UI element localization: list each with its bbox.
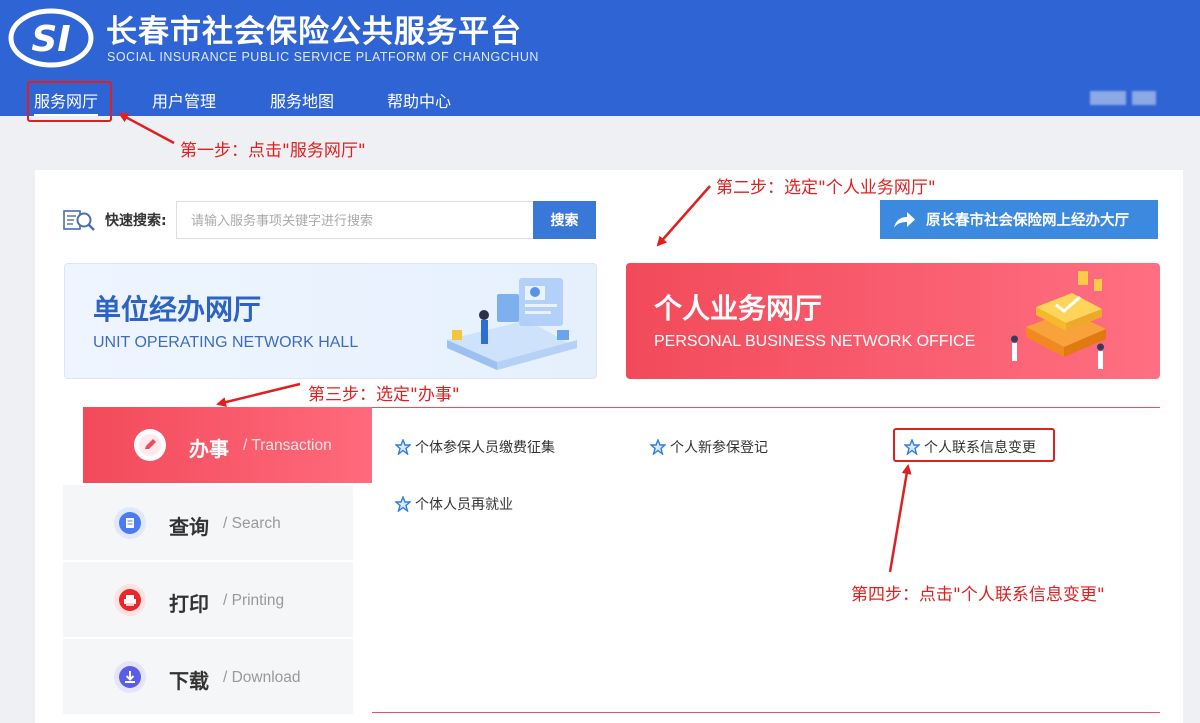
- si-logo-icon[interactable]: SI: [8, 8, 94, 68]
- annotation-step3: 第三步：选定"办事": [308, 385, 460, 405]
- annotation-box-step1: [27, 81, 112, 122]
- star-icon: [395, 439, 411, 455]
- documents-illustration-icon: [1011, 271, 1106, 369]
- tab-printing-label: 打印: [169, 592, 209, 616]
- old-hall-button-label: 原长春市社会保险网上经办大厅: [926, 213, 1129, 229]
- unit-hall-title: 单位经办网厅: [93, 293, 262, 326]
- search-button[interactable]: 搜索: [533, 201, 596, 239]
- share-arrow-icon: [894, 211, 915, 228]
- personal-hall-title: 个人业务网厅: [654, 292, 823, 325]
- annotation-step2: 第二步：选定"个人业务网厅": [716, 178, 936, 198]
- tab-transaction[interactable]: 办事 / Transaction: [83, 407, 372, 483]
- tab-search-label: 查询: [169, 515, 209, 539]
- main-nav: 服务网厅 用户管理 服务地图 帮助中心: [0, 84, 1200, 116]
- nav-item-user-management[interactable]: 用户管理: [152, 88, 216, 112]
- personal-hall-subtitle: PERSONAL BUSINESS NETWORK OFFICE: [654, 333, 976, 350]
- service-item-label: 个体参保人员缴费征集: [415, 440, 555, 456]
- old-hall-button[interactable]: 原长春市社会保险网上经办大厅: [880, 200, 1158, 239]
- annotation-step4: 第四步：点击"个人联系信息变更": [851, 585, 1105, 605]
- divider-top: [372, 407, 1160, 408]
- logo-text: SI: [31, 19, 70, 60]
- printer-icon: [114, 584, 146, 616]
- unit-hall-subtitle: UNIT OPERATING NETWORK HALL: [93, 334, 359, 351]
- tab-download-label: 下载: [169, 669, 209, 693]
- tab-transaction-label: 办事: [189, 437, 229, 461]
- header: SI 长春市社会保险公共服务平台 SOCIAL INSURANCE PUBLIC…: [0, 0, 1200, 116]
- user-info-blurred[interactable]: [1090, 90, 1170, 105]
- nav-item-help-center[interactable]: 帮助中心: [387, 88, 451, 112]
- annotation-step1: 第一步：点击"服务网厅": [180, 141, 366, 161]
- download-icon: [114, 661, 146, 693]
- tab-transaction-en: / Transaction: [243, 437, 332, 454]
- search-input[interactable]: [176, 201, 534, 239]
- service-item-label: 个体人员再就业: [415, 497, 513, 513]
- search-doc-icon: [114, 507, 146, 539]
- tab-download[interactable]: 下载 / Download: [63, 639, 353, 714]
- unit-hall-card[interactable]: 单位经办网厅 UNIT OPERATING NETWORK HALL: [64, 263, 597, 379]
- edit-icon: [134, 429, 166, 461]
- divider-bottom: [372, 712, 1160, 713]
- quick-search-icon: [63, 210, 95, 231]
- tab-printing[interactable]: 打印 / Printing: [63, 562, 353, 637]
- tab-download-en: / Download: [223, 669, 301, 686]
- star-icon: [395, 496, 411, 512]
- star-icon: [650, 439, 666, 455]
- tab-search[interactable]: 查询 / Search: [63, 485, 353, 560]
- tab-printing-en: / Printing: [223, 592, 285, 609]
- personal-hall-card[interactable]: 个人业务网厅 PERSONAL BUSINESS NETWORK OFFICE: [626, 263, 1160, 379]
- nav-item-service-map[interactable]: 服务地图: [270, 88, 334, 112]
- tab-search-en: / Search: [223, 515, 281, 532]
- quick-search-label: 快速搜索:: [105, 213, 167, 229]
- service-item-contribution-collection[interactable]: 个体参保人员缴费征集: [395, 437, 555, 457]
- service-item-new-enrollment[interactable]: 个人新参保登记: [650, 437, 768, 457]
- office-desk-illustration-icon: [447, 278, 577, 370]
- site-title: 长春市社会保险公共服务平台: [106, 14, 522, 50]
- service-item-reemployment[interactable]: 个体人员再就业: [395, 494, 513, 514]
- service-item-label: 个人新参保登记: [670, 440, 768, 456]
- arrow-step1: [118, 112, 175, 145]
- site-subtitle: SOCIAL INSURANCE PUBLIC SERVICE PLATFORM…: [107, 50, 539, 64]
- annotation-box-step4: [893, 428, 1055, 462]
